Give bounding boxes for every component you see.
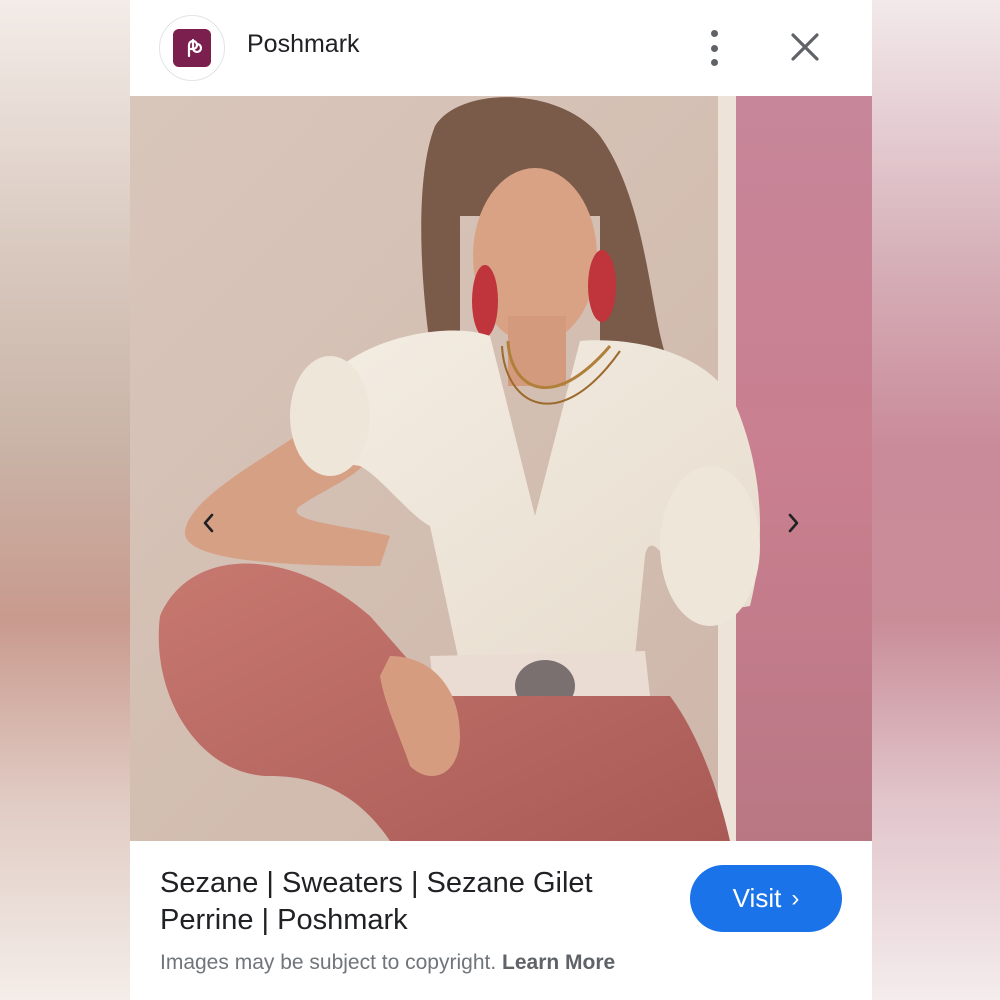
copyright-text: Images may be subject to copyright. (160, 951, 497, 974)
chevron-right-icon: › (791, 884, 800, 912)
result-title[interactable]: Sezane | Sweaters | Sezane Gilet Perrine… (160, 865, 650, 939)
site-favicon[interactable] (159, 15, 225, 81)
image-preview-card: Poshmark Sezane | Sweaters | Sezane Gile… (130, 0, 872, 1000)
visit-label: Visit (732, 883, 782, 913)
more-vert-icon[interactable] (698, 30, 730, 66)
close-icon[interactable] (786, 28, 824, 66)
learn-more-link[interactable]: Learn More (502, 951, 615, 974)
chevron-right-icon[interactable] (780, 508, 808, 538)
poshmark-logo-icon (173, 29, 211, 67)
product-photo[interactable] (130, 96, 872, 841)
site-name[interactable]: Poshmark (247, 30, 360, 59)
preview-header: Poshmark (130, 0, 872, 96)
visit-button[interactable]: Visit › (690, 865, 842, 932)
blurred-backdrop-left (0, 0, 130, 1000)
result-info: Sezane | Sweaters | Sezane Gilet Perrine… (130, 841, 872, 1000)
chevron-left-icon[interactable] (194, 508, 222, 538)
blurred-backdrop-right (872, 0, 1000, 1000)
copyright-notice: Images may be subject to copyright. Lear… (160, 951, 615, 975)
